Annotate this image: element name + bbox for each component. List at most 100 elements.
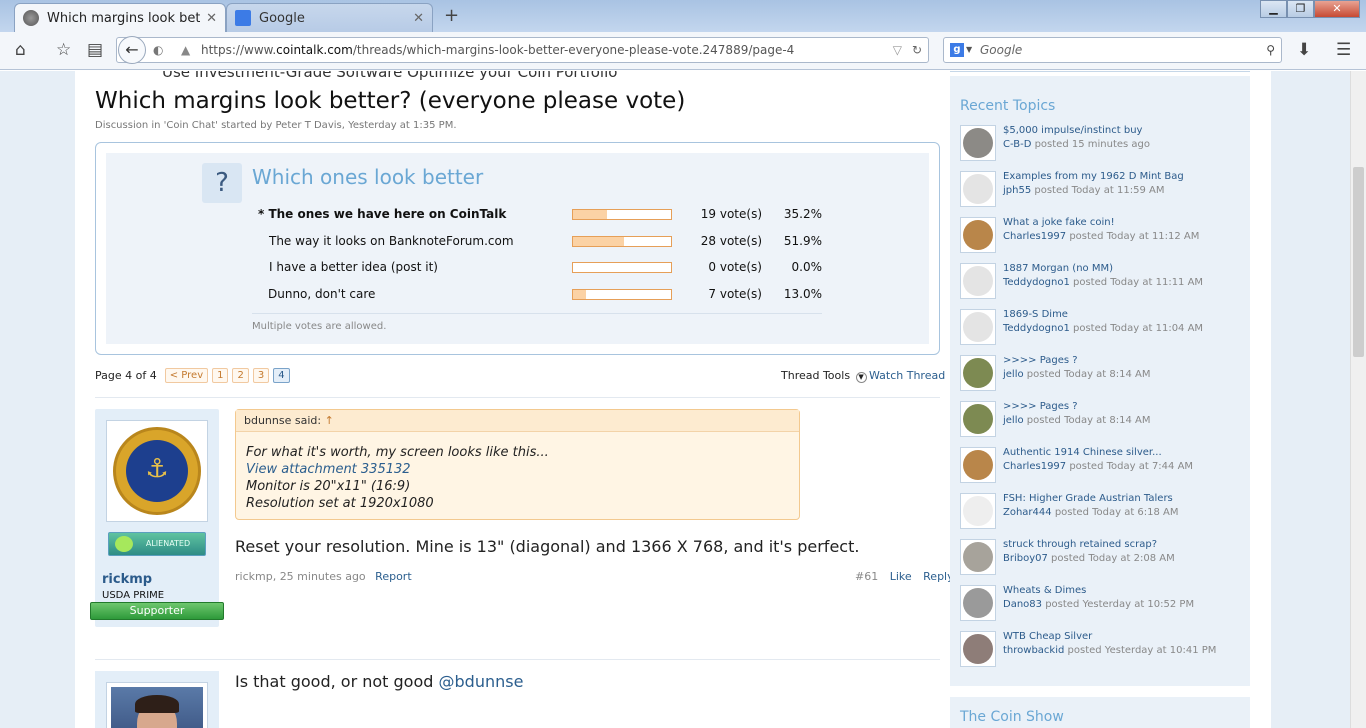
poll-option: Dunno, don't care 7 vote(s) 13.0% bbox=[258, 287, 828, 307]
page-scrollbar[interactable] bbox=[1350, 71, 1366, 728]
recent-topic-item[interactable]: 1887 Morgan (no MM) Teddydogno1 posted To… bbox=[960, 263, 1250, 303]
user-mention-link[interactable]: @bdunnse bbox=[439, 672, 524, 691]
topic-user-link[interactable]: C-B-D bbox=[1003, 139, 1031, 150]
like-link[interactable]: Like bbox=[890, 570, 912, 583]
tab-google[interactable]: Google ✕ bbox=[226, 3, 433, 32]
poll-bar bbox=[572, 289, 672, 300]
identity-icon[interactable]: ◐ bbox=[153, 38, 163, 62]
close-tab-icon[interactable]: ✕ bbox=[206, 11, 217, 26]
topic-user-link[interactable]: Briboy07 bbox=[1003, 553, 1048, 564]
topic-avatar[interactable] bbox=[960, 217, 996, 253]
recent-topic-item[interactable]: 1869-S Dime Teddydogno1 posted Today at 1… bbox=[960, 309, 1250, 349]
topic-title-link[interactable]: >>>> Pages ? bbox=[1003, 401, 1078, 412]
topic-avatar[interactable] bbox=[960, 355, 996, 391]
topic-user-link[interactable]: Charles1997 bbox=[1003, 231, 1066, 242]
topic-title-link[interactable]: 1869-S Dime bbox=[1003, 309, 1068, 320]
topic-title-link[interactable]: What a joke fake coin! bbox=[1003, 217, 1115, 228]
ad-banner-text[interactable]: Use Investment-Grade Software Optimize y… bbox=[162, 71, 617, 81]
search-input[interactable]: g ▼ Google ⚲ bbox=[943, 37, 1282, 63]
search-icon[interactable]: ⚲ bbox=[1266, 38, 1275, 62]
bookmark-star-icon[interactable]: ☆ bbox=[56, 40, 71, 60]
topic-avatar[interactable] bbox=[960, 401, 996, 437]
topic-title-link[interactable]: Wheats & Dimes bbox=[1003, 585, 1086, 596]
pagination: Page 4 of 4 < Prev 1 2 3 4 bbox=[95, 368, 290, 383]
username-link[interactable]: rickmp bbox=[102, 572, 152, 587]
topic-title-link[interactable]: WTB Cheap Silver bbox=[1003, 631, 1092, 642]
topic-avatar[interactable] bbox=[960, 263, 996, 299]
topic-avatar[interactable] bbox=[960, 493, 996, 529]
home-icon[interactable]: ⌂ bbox=[15, 40, 26, 60]
topic-avatar[interactable] bbox=[960, 309, 996, 345]
topic-title-link[interactable]: $5,000 impulse/instinct buy bbox=[1003, 125, 1142, 136]
topic-avatar[interactable] bbox=[960, 631, 996, 667]
minimize-icon[interactable]: ▁ bbox=[1260, 0, 1287, 18]
poll-percent: 13.0% bbox=[783, 287, 822, 301]
topic-title-link[interactable]: Examples from my 1962 D Mint Bag bbox=[1003, 171, 1184, 182]
recent-topic-item[interactable]: WTB Cheap Silver throwbackid posted Yeste… bbox=[960, 631, 1250, 671]
recent-topic-item[interactable]: >>>> Pages ? jello posted Today at 8:14 A… bbox=[960, 355, 1250, 395]
recent-topic-item[interactable]: $5,000 impulse/instinct buy C-B-D posted … bbox=[960, 125, 1250, 165]
topic-avatar[interactable] bbox=[960, 539, 996, 575]
recent-topic-item[interactable]: What a joke fake coin! Charles1997 posted… bbox=[960, 217, 1250, 257]
quote-author: bdunnse said: bbox=[244, 414, 322, 427]
maximize-icon[interactable]: ❐ bbox=[1287, 0, 1314, 18]
recent-topic-item[interactable]: Authentic 1914 Chinese silver... Charles1… bbox=[960, 447, 1250, 487]
poll-bar bbox=[572, 236, 672, 247]
new-tab-button[interactable]: + bbox=[444, 5, 459, 26]
topic-user-link[interactable]: Charles1997 bbox=[1003, 461, 1066, 472]
post-actions: #61 Like Reply bbox=[855, 570, 954, 583]
jump-to-quote-icon[interactable]: ↑ bbox=[325, 414, 334, 427]
topic-title-link[interactable]: FSH: Higher Grade Austrian Talers bbox=[1003, 493, 1173, 504]
topic-user-link[interactable]: throwbackid bbox=[1003, 645, 1064, 656]
recent-topic-item[interactable]: >>>> Pages ? jello posted Today at 8:14 A… bbox=[960, 401, 1250, 441]
reading-list-icon[interactable]: ▤ bbox=[87, 40, 103, 60]
page-3-button[interactable]: 3 bbox=[252, 368, 270, 383]
topic-avatar[interactable] bbox=[960, 585, 996, 621]
avatar[interactable] bbox=[106, 682, 208, 728]
scrollbar-thumb[interactable] bbox=[1353, 167, 1364, 357]
topic-user-link[interactable]: Zohar444 bbox=[1003, 507, 1052, 518]
topic-title-link[interactable]: Authentic 1914 Chinese silver... bbox=[1003, 447, 1162, 458]
reload-icon[interactable]: ↻ bbox=[912, 38, 922, 62]
attachment-link[interactable]: View attachment 335132 bbox=[246, 461, 549, 478]
topic-avatar[interactable] bbox=[960, 447, 996, 483]
download-icon[interactable]: ⬇ bbox=[1297, 40, 1311, 60]
recent-topic-item[interactable]: Examples from my 1962 D Mint Bag jph55 po… bbox=[960, 171, 1250, 211]
close-window-icon[interactable]: ✕ bbox=[1314, 0, 1360, 18]
topic-avatar[interactable] bbox=[960, 171, 996, 207]
prev-page-button[interactable]: < Prev bbox=[164, 368, 209, 383]
thread-tools-menu[interactable]: Thread Tools ▼ bbox=[781, 369, 867, 383]
page-2-button[interactable]: 2 bbox=[232, 368, 249, 383]
topic-user-link[interactable]: Teddydogno1 bbox=[1003, 323, 1070, 334]
topic-user-link[interactable]: jello bbox=[1003, 415, 1024, 426]
dropdown-icon[interactable]: ▽ bbox=[893, 38, 902, 62]
topic-title-link[interactable]: struck through retained scrap? bbox=[1003, 539, 1157, 550]
page-4-button[interactable]: 4 bbox=[273, 368, 290, 383]
address-bar[interactable]: ◐ ▲ https://www.cointalk.com/threads/whi… bbox=[116, 37, 929, 63]
close-tab-icon[interactable]: ✕ bbox=[413, 11, 424, 26]
google-engine-icon[interactable]: g bbox=[950, 43, 964, 57]
engine-dropdown-icon[interactable]: ▼ bbox=[966, 38, 972, 62]
page-1-button[interactable]: 1 bbox=[212, 368, 229, 383]
report-link[interactable]: Report bbox=[375, 570, 411, 583]
tab-cointalk[interactable]: Which margins look better... ✕ bbox=[14, 3, 226, 32]
recent-topic-item[interactable]: Wheats & Dimes Dano83 posted Yesterday at… bbox=[960, 585, 1250, 625]
post-number-link[interactable]: #61 bbox=[855, 570, 878, 583]
topic-title-link[interactable]: >>>> Pages ? bbox=[1003, 355, 1078, 366]
coin-show-panel: The Coin Show bbox=[950, 697, 1250, 728]
topic-user-link[interactable]: Teddydogno1 bbox=[1003, 277, 1070, 288]
recent-topic-item[interactable]: FSH: Higher Grade Austrian Talers Zohar44… bbox=[960, 493, 1250, 533]
poll-option-label: I have a better idea (post it) bbox=[269, 260, 438, 274]
menu-icon[interactable]: ☰ bbox=[1336, 40, 1351, 60]
topic-user-link[interactable]: Dano83 bbox=[1003, 599, 1042, 610]
avatar[interactable]: ⚓ bbox=[106, 420, 208, 522]
post-author-time[interactable]: rickmp, 25 minutes ago bbox=[235, 570, 366, 583]
topic-title-link[interactable]: 1887 Morgan (no MM) bbox=[1003, 263, 1113, 274]
poll-percent: 0.0% bbox=[791, 260, 823, 274]
recent-topic-item[interactable]: struck through retained scrap? Briboy07 p… bbox=[960, 539, 1250, 579]
back-button[interactable]: ← bbox=[118, 36, 146, 64]
topic-user-link[interactable]: jello bbox=[1003, 369, 1024, 380]
topic-user-link[interactable]: jph55 bbox=[1003, 185, 1031, 196]
topic-avatar[interactable] bbox=[960, 125, 996, 161]
watch-thread-link[interactable]: Watch Thread bbox=[869, 369, 945, 382]
